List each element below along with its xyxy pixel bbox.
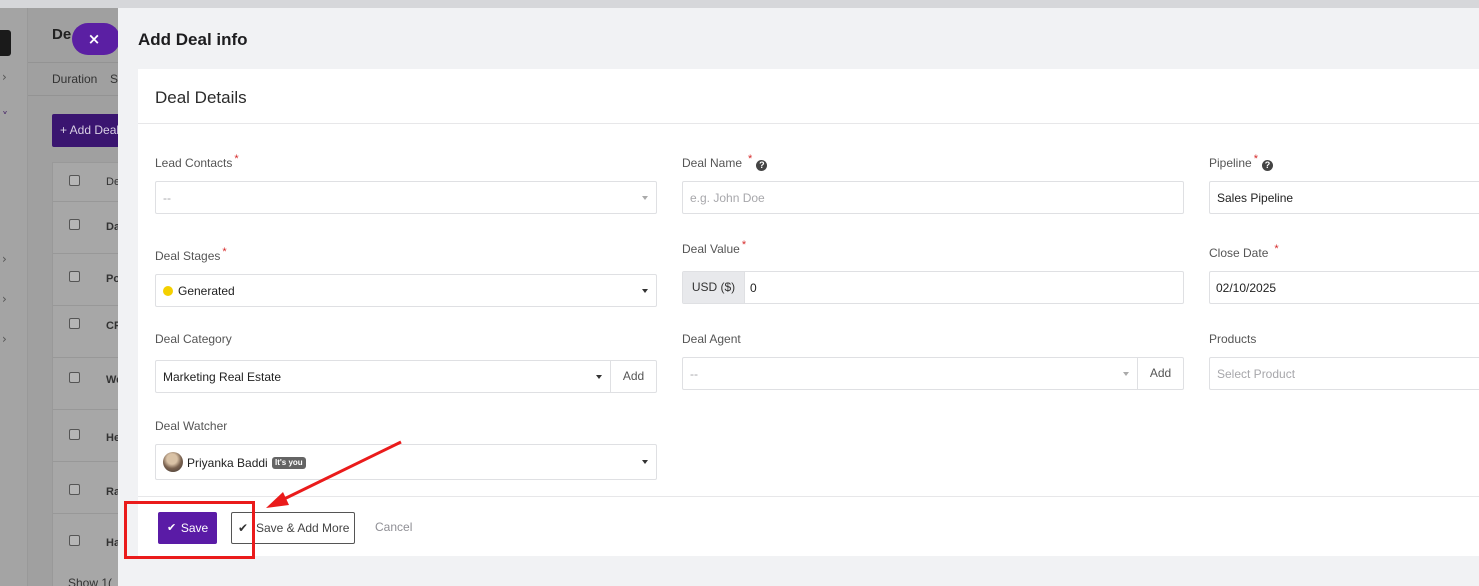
products-select[interactable]: Select Product — [1209, 357, 1479, 390]
deal-value-amount: 0 — [750, 281, 757, 295]
annotation-highlight-box — [124, 501, 255, 559]
deal-category-select[interactable]: Marketing Real Estate Add — [155, 360, 657, 393]
currency-prefix: USD ($) — [683, 272, 745, 303]
deal-value-input[interactable]: USD ($) 0 — [682, 271, 1184, 304]
sidebar-chevron-icon[interactable]: › — [2, 252, 7, 266]
deal-name-input[interactable]: e.g. John Doe — [682, 181, 1184, 214]
chevron-down-icon — [596, 375, 602, 379]
table-row[interactable]: Po — [53, 253, 123, 305]
add-category-button[interactable]: Add — [610, 361, 656, 392]
row-checkbox[interactable] — [69, 372, 80, 383]
help-icon[interactable]: ? — [1261, 160, 1273, 171]
help-icon[interactable]: ? — [756, 160, 768, 171]
table-row[interactable]: CF — [53, 305, 123, 357]
deal-watcher-select[interactable]: Priyanka Baddi It's you — [155, 444, 657, 480]
top-strip — [0, 0, 1479, 8]
lead-contacts-label: Lead Contacts * — [155, 153, 239, 170]
close-date-label: Close Date * — [1209, 243, 1279, 260]
add-agent-button[interactable]: Add — [1137, 358, 1183, 389]
close-icon[interactable]: × — [72, 23, 120, 55]
pipeline-select[interactable]: Sales Pipeline — [1209, 181, 1479, 214]
page-title: De — [52, 26, 72, 43]
pipeline-label: Pipeline *? — [1209, 153, 1273, 171]
watcher-name: Priyanka Baddi — [187, 456, 268, 470]
select-all-checkbox[interactable] — [69, 175, 80, 186]
required-asterisk: * — [1253, 153, 1258, 165]
deal-stages-select[interactable]: Generated — [155, 274, 657, 307]
table-row[interactable]: We — [53, 357, 123, 409]
row-checkbox[interactable] — [69, 484, 80, 495]
lead-contacts-value: -- — [163, 191, 171, 205]
sidebar-chevron-down-icon[interactable]: ˅ — [2, 110, 8, 124]
table-row[interactable]: Ha — [53, 513, 123, 565]
products-label: Products — [1209, 332, 1257, 346]
lead-contacts-select[interactable]: -- — [155, 181, 657, 214]
cancel-button[interactable]: Cancel — [375, 520, 412, 534]
deal-stages-value: Generated — [163, 284, 235, 298]
deal-value-label: Deal Value * — [682, 239, 747, 256]
close-date-value: 02/10/2025 — [1216, 281, 1277, 295]
sidebar-chevron-icon[interactable]: › — [2, 292, 7, 306]
close-date-input[interactable]: 02/10/2025 — [1209, 271, 1479, 304]
table-row[interactable]: Ra — [53, 461, 123, 513]
deal-details-card: Deal Details Lead Contacts * -- Deal Name… — [138, 69, 1479, 556]
filter-duration[interactable]: Duration — [52, 72, 97, 86]
deal-agent-select[interactable]: -- Add — [682, 357, 1184, 390]
app-logo — [0, 30, 11, 56]
deals-table: De Da Po CF We He Ra Ha — [52, 162, 123, 586]
chevron-down-icon — [642, 460, 648, 464]
chevron-down-icon — [642, 289, 648, 293]
row-checkbox[interactable] — [69, 429, 80, 440]
add-deal-modal: Add Deal info Deal Details Lead Contacts… — [118, 8, 1479, 586]
chevron-down-icon — [642, 196, 648, 200]
pipeline-value: Sales Pipeline — [1217, 191, 1294, 205]
add-deal-button[interactable]: + Add Deal — [52, 114, 122, 147]
footer-divider — [138, 496, 1479, 497]
table-row[interactable]: He — [53, 409, 123, 461]
deal-category-value: Marketing Real Estate — [163, 370, 282, 384]
row-checkbox[interactable] — [69, 219, 80, 230]
deal-agent-label: Deal Agent — [682, 332, 741, 346]
divider — [138, 123, 1479, 124]
deal-name-label: Deal Name *? — [682, 153, 768, 171]
modal-title: Add Deal info — [138, 30, 248, 49]
required-asterisk: * — [1274, 243, 1279, 255]
row-checkbox[interactable] — [69, 271, 80, 282]
deal-stages-label: Deal Stages * — [155, 246, 227, 263]
filter-next[interactable]: S — [110, 72, 118, 86]
section-title: Deal Details — [155, 88, 247, 107]
products-placeholder: Select Product — [1217, 367, 1296, 381]
required-asterisk: * — [748, 153, 753, 165]
deal-name-placeholder: e.g. John Doe — [690, 191, 765, 205]
sidebar-chevron-icon[interactable]: › — [2, 332, 7, 346]
sidebar-chevron-icon[interactable]: › — [2, 70, 7, 84]
chevron-down-icon — [1123, 372, 1129, 376]
required-asterisk: * — [222, 246, 227, 258]
stage-color-dot — [163, 286, 173, 296]
table-row[interactable]: Da — [53, 201, 123, 253]
avatar — [163, 452, 183, 472]
required-asterisk: * — [741, 239, 747, 251]
row-checkbox[interactable] — [69, 318, 80, 329]
sidebar-rail: › ˅ › › › — [0, 8, 28, 586]
row-checkbox[interactable] — [69, 535, 80, 546]
deal-category-label: Deal Category — [155, 332, 232, 346]
deal-agent-value: -- — [690, 367, 698, 381]
deal-watcher-label: Deal Watcher — [155, 419, 228, 433]
page-size-label: Show 1( — [68, 576, 113, 586]
required-asterisk: * — [234, 153, 239, 165]
its-you-badge: It's you — [272, 457, 306, 469]
